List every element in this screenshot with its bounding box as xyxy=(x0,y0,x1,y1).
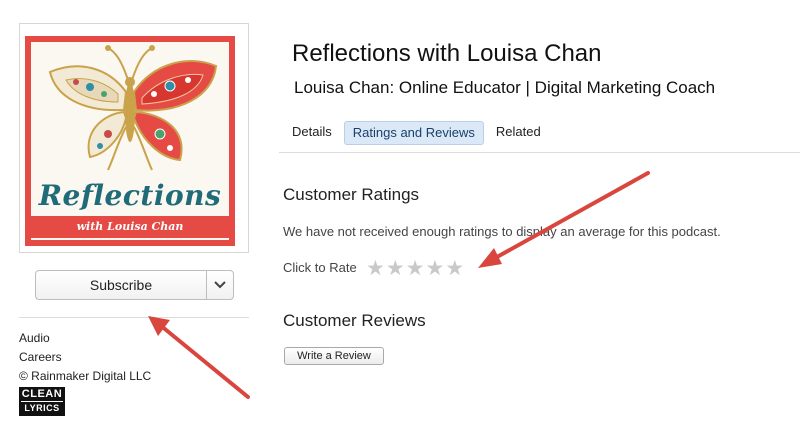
star-rating[interactable]: ★ ★ ★ ★ ★ xyxy=(366,257,464,279)
tab-ratings-and-reviews[interactable]: Ratings and Reviews xyxy=(343,121,484,145)
subscribe-button[interactable]: Subscribe xyxy=(36,271,206,299)
star-4-icon[interactable]: ★ xyxy=(425,257,444,279)
tab-divider xyxy=(279,152,800,153)
chevron-down-icon xyxy=(214,281,226,289)
podcast-title: Reflections with Louisa Chan xyxy=(292,40,602,67)
star-5-icon[interactable]: ★ xyxy=(445,257,464,279)
customer-ratings-heading: Customer Ratings xyxy=(283,185,420,204)
podcast-artwork[interactable]: Reflections with Louisa Chan xyxy=(25,36,235,246)
subcategory-link[interactable]: Careers xyxy=(19,350,62,364)
customer-reviews-heading: Customer Reviews xyxy=(283,311,426,330)
arrow-icon xyxy=(148,316,250,399)
arrow-icon xyxy=(478,171,650,268)
subscribe-control: Subscribe xyxy=(35,270,234,300)
left-divider xyxy=(19,317,249,318)
star-3-icon[interactable]: ★ xyxy=(406,257,425,279)
click-to-rate-label: Click to Rate xyxy=(283,260,357,275)
write-review-button[interactable]: Write a Review xyxy=(284,347,384,365)
category-link[interactable]: Audio xyxy=(19,331,50,345)
badge-line2: LYRICS xyxy=(21,401,63,414)
podcast-author-link[interactable]: Louisa Chan: Online Educator | Digital M… xyxy=(294,78,715,98)
star-1-icon[interactable]: ★ xyxy=(366,257,385,279)
subscribe-menu-button[interactable] xyxy=(206,271,233,299)
tab-bar: Details Ratings and Reviews Related xyxy=(284,121,549,145)
tab-details[interactable]: Details xyxy=(284,121,340,143)
podcast-artwork-frame: Reflections with Louisa Chan xyxy=(19,23,249,253)
badge-line1: CLEAN xyxy=(21,388,63,400)
clean-lyrics-badge: CLEAN LYRICS xyxy=(19,387,65,416)
artwork-title: Reflections xyxy=(38,179,222,212)
star-2-icon[interactable]: ★ xyxy=(386,257,405,279)
artwork-banner: with Louisa Chan xyxy=(31,216,229,238)
tab-related[interactable]: Related xyxy=(488,121,549,143)
butterfly-icon xyxy=(48,45,218,171)
artwork-inner: Reflections with Louisa Chan xyxy=(31,42,229,240)
ratings-message: We have not received enough ratings to d… xyxy=(283,224,721,239)
copyright-text: © Rainmaker Digital LLC xyxy=(19,369,152,383)
